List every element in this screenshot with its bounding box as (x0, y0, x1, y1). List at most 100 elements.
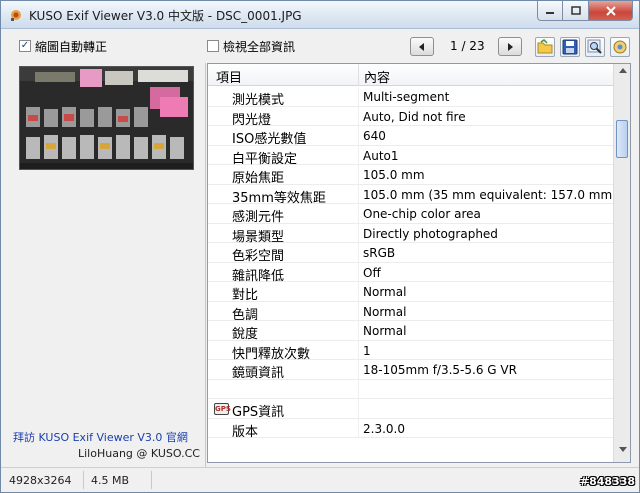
table-row[interactable]: 測光模式 Multi-segment (208, 87, 613, 108)
watermark: #848338 (579, 475, 635, 488)
table-row[interactable]: 白平衡設定 Auto1 (208, 145, 613, 167)
table-row[interactable]: 雜訊降低 Off (208, 262, 613, 284)
auto-rotate-checkbox[interactable]: ✓ (19, 40, 31, 52)
panel-divider[interactable] (205, 63, 206, 468)
table-row[interactable] (208, 379, 613, 399)
vertical-scrollbar[interactable] (613, 64, 630, 462)
settings-button[interactable] (610, 37, 630, 57)
prev-image-button[interactable] (410, 37, 434, 56)
app-window: KUSO Exif Viewer V3.0 中文版 - DSC_0001.JPG… (0, 0, 640, 493)
row-value: 18-105mm f/3.5-5.6 G VR (363, 363, 517, 377)
cell-divider (358, 262, 359, 281)
cell-divider (358, 418, 359, 437)
row-value: 1 (363, 343, 371, 358)
column-divider[interactable] (358, 64, 359, 86)
table-row[interactable]: 色調 Normal (208, 301, 613, 323)
row-key: 版本 (232, 424, 259, 440)
zoom-icon (587, 39, 602, 54)
table-row[interactable]: 銳度 Normal (208, 321, 613, 342)
close-icon (605, 5, 616, 16)
table-row[interactable]: ISO感光數值 640 (208, 126, 613, 147)
table-row[interactable]: 鏡頭資訊 18-105mm f/3.5-5.6 G VR (208, 360, 613, 381)
cell-divider (358, 282, 359, 301)
table-row[interactable]: 原始焦距 105.0 mm (208, 165, 613, 186)
row-key: 快門釋放次數 (232, 346, 311, 362)
minimize-button[interactable] (537, 1, 563, 21)
column-header-content[interactable]: 內容 (364, 67, 390, 86)
row-key: 原始焦距 (232, 171, 285, 186)
row-key: 感測元件 (232, 210, 285, 225)
scroll-down-button[interactable] (616, 446, 629, 460)
minimize-icon (546, 11, 554, 14)
window-controls (537, 1, 633, 21)
next-image-button[interactable] (498, 37, 522, 56)
cell-divider (358, 165, 359, 184)
table-row[interactable]: GPS GPS資訊 (208, 399, 613, 420)
status-divider (83, 471, 84, 489)
cell-divider (358, 340, 359, 359)
table-row[interactable]: 版本 2.3.0.0 (208, 418, 613, 440)
view-all-checkbox[interactable] (207, 40, 219, 52)
cell-divider (358, 399, 359, 418)
scroll-up-button[interactable] (616, 66, 629, 80)
table-header: 項目 內容 (208, 64, 613, 86)
row-value: Normal (363, 324, 407, 338)
cell-divider (358, 223, 359, 242)
row-key: 銳度 (232, 327, 259, 342)
cell-divider (358, 145, 359, 164)
table-body: 測光模式 Multi-segment 閃光燈 Auto, Did not fire IS… (208, 87, 617, 440)
arrow-right-icon (508, 42, 513, 51)
photo-thumbnail (20, 67, 193, 169)
save-button[interactable] (560, 37, 580, 57)
table-row[interactable]: 閃光燈 Auto, Did not fire (208, 106, 613, 128)
cell-divider (358, 243, 359, 262)
maximize-button[interactable] (563, 1, 589, 21)
row-key: 場景類型 (232, 229, 285, 245)
cell-divider (358, 87, 359, 106)
cell-divider (358, 360, 359, 379)
row-key: ISO感光數值 (232, 132, 307, 147)
table-row[interactable]: 對比 Normal (208, 282, 613, 303)
row-value: Off (363, 265, 381, 280)
row-value: sRGB (363, 246, 396, 260)
row-key: 色調 (232, 307, 259, 323)
row-key: 測光模式 (232, 93, 285, 108)
row-value: 2.3.0.0 (363, 421, 405, 436)
row-key: 鏡頭資訊 (232, 366, 285, 381)
view-all-label[interactable]: 檢視全部資訊 (223, 38, 295, 55)
row-key: 閃光燈 (232, 112, 272, 128)
scrollbar-thumb[interactable] (616, 120, 628, 158)
open-folder-icon (537, 39, 553, 54)
visit-website-link[interactable]: 拜訪 KUSO Exif Viewer V3.0 官網 (13, 429, 188, 445)
row-value: 105.0 mm (35 mm equivalent: 157.0 mm) (363, 187, 617, 202)
table-row[interactable]: 場景類型 Directly photographed (208, 223, 613, 245)
table-row[interactable]: 35mm等效焦距 105.0 mm (35 mm equivalent: 157.… (208, 184, 617, 206)
row-key: 35mm等效焦距 (232, 190, 326, 206)
settings-icon (613, 40, 627, 54)
cell-divider (358, 184, 359, 203)
window-title: KUSO Exif Viewer V3.0 中文版 - DSC_0001.JPG (29, 9, 302, 23)
title-bar: KUSO Exif Viewer V3.0 中文版 - DSC_0001.JPG (1, 1, 639, 29)
zoom-button[interactable] (585, 37, 605, 57)
image-preview (19, 66, 194, 170)
maximize-icon (570, 6, 581, 15)
page-indicator: 1 / 23 (450, 39, 485, 53)
row-key: 白平衡設定 (232, 151, 298, 167)
row-key: 對比 (232, 288, 259, 303)
row-value: Directly photographed (363, 226, 498, 241)
image-dimensions: 4928x3264 (9, 474, 72, 487)
close-button[interactable] (589, 1, 633, 21)
open-folder-button[interactable] (535, 37, 555, 57)
cell-divider (358, 106, 359, 125)
row-key: GPS資訊 (232, 405, 285, 420)
cell-divider (358, 204, 359, 223)
cell-divider (358, 126, 359, 145)
cell-divider (358, 321, 359, 340)
table-row[interactable]: 快門釋放次數 1 (208, 340, 613, 362)
table-row[interactable]: 感測元件 One-chip color area (208, 204, 613, 225)
table-row[interactable]: 色彩空間 sRGB (208, 243, 613, 264)
status-divider (151, 471, 152, 489)
column-header-item[interactable]: 項目 (216, 67, 242, 86)
auto-rotate-label[interactable]: 縮圖自動轉正 (35, 38, 107, 55)
cell-divider (358, 379, 359, 398)
